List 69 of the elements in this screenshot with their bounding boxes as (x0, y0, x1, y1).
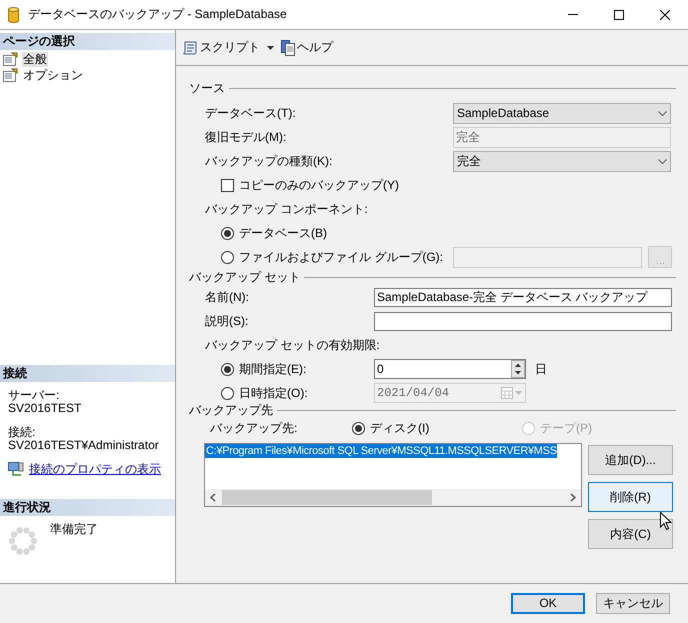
radio-label: 日時指定(O): (239, 386, 308, 400)
side-button[interactable]: 追加(D)... (588, 445, 673, 475)
number-spinner[interactable]: 0 (374, 359, 526, 379)
spin-arrows-icon[interactable] (511, 360, 525, 378)
section-title: ソース (189, 80, 225, 96)
help-button[interactable]: ヘルプ (281, 36, 333, 58)
help-document-icon (281, 40, 295, 56)
readonly-field: 完全 (453, 126, 671, 148)
field-label: 名前(N): (204, 290, 250, 304)
chevron-down-icon (658, 158, 667, 164)
dialog-button[interactable]: OK (511, 593, 585, 614)
radio-button[interactable] (352, 422, 365, 434)
minimize-icon (568, 14, 578, 15)
field-label: 説明(S): (204, 314, 250, 328)
scroll-icon (182, 40, 198, 54)
field-label: バックアップ先: (209, 420, 298, 436)
connection-properties-link[interactable]: 接続のプロパティの表示 (29, 462, 161, 476)
panel-header: 接続 (0, 365, 175, 382)
checkbox-label: コピーのみのバックアップ(Y) (239, 178, 399, 192)
script-button[interactable]: スクリプト (182, 36, 260, 58)
radio-label: データベース(B) (239, 226, 327, 240)
dropdown[interactable]: 完全 (453, 150, 671, 172)
close-icon (660, 10, 670, 20)
panel-header: 進行状況 (0, 499, 175, 516)
group-label: バックアップ コンポーネント: (205, 202, 368, 216)
radio-button[interactable] (221, 386, 234, 400)
chevron-down-icon (658, 110, 667, 116)
radio-label: テープ(P) (540, 420, 592, 436)
panel-header: ページの選択 (0, 33, 175, 50)
section-title: バックアップ セット (189, 270, 300, 284)
checkbox[interactable] (221, 178, 234, 192)
server-label: サーバー: (8, 389, 60, 402)
side-button[interactable]: 内容(C) (588, 519, 673, 549)
mouse-cursor-icon (660, 512, 672, 531)
radio-label: 期間指定(E): (239, 362, 306, 376)
radio-label: ディスク(I) (370, 420, 430, 436)
page-settings-icon (3, 52, 19, 66)
radio-button[interactable] (221, 250, 234, 264)
dropdown[interactable]: SampleDatabase (453, 102, 671, 124)
text-field[interactable] (374, 312, 672, 330)
radio-button[interactable] (221, 362, 234, 376)
maximize-icon (614, 10, 624, 20)
dropdown-arrow-icon[interactable] (267, 46, 274, 50)
field-label: データベース(T): (204, 106, 297, 120)
radio-label: ファイルおよびファイル グループ(G): (239, 250, 443, 264)
section-title: バックアップ先 (189, 402, 273, 418)
window-title: データベースのバックアップ - SampleDatabase (28, 7, 287, 22)
page-settings-icon (3, 68, 19, 82)
path-list-item[interactable]: C:¥Program Files¥Microsoft SQL Server¥MSSQL11.MSSQLSERVER¥MSS (205, 444, 557, 458)
network-computer-icon (8, 462, 24, 476)
connection-name: SV2016TEST¥Administrator (8, 439, 160, 452)
field-label: バックアップの種類(K): (204, 154, 334, 168)
progress-spinner-icon (8, 526, 38, 556)
side-button[interactable]: 削除(R) (588, 482, 673, 512)
dialog-button[interactable]: キャンセル (596, 593, 670, 614)
radio-button[interactable] (221, 226, 234, 240)
server-name: SV2016TEST (8, 402, 82, 415)
text-field[interactable]: SampleDatabase-完全 データベース バックアップ (374, 288, 672, 306)
page-item[interactable]: 全般 (22, 52, 48, 66)
status-text: 準備完了 (50, 522, 98, 538)
field-label: 復旧モデル(M): (204, 130, 288, 144)
group-label: バックアップ セットの有効期限: (205, 338, 380, 352)
database-icon (8, 6, 19, 22)
date-picker[interactable]: 2021/04/04 (374, 383, 526, 403)
unit-label: 日 (535, 362, 547, 376)
scrollbar-thumb[interactable] (222, 490, 432, 505)
page-item[interactable]: オプション (22, 68, 84, 82)
horizontal-scrollbar[interactable] (205, 489, 581, 506)
connection-label: 接続: (8, 426, 36, 439)
